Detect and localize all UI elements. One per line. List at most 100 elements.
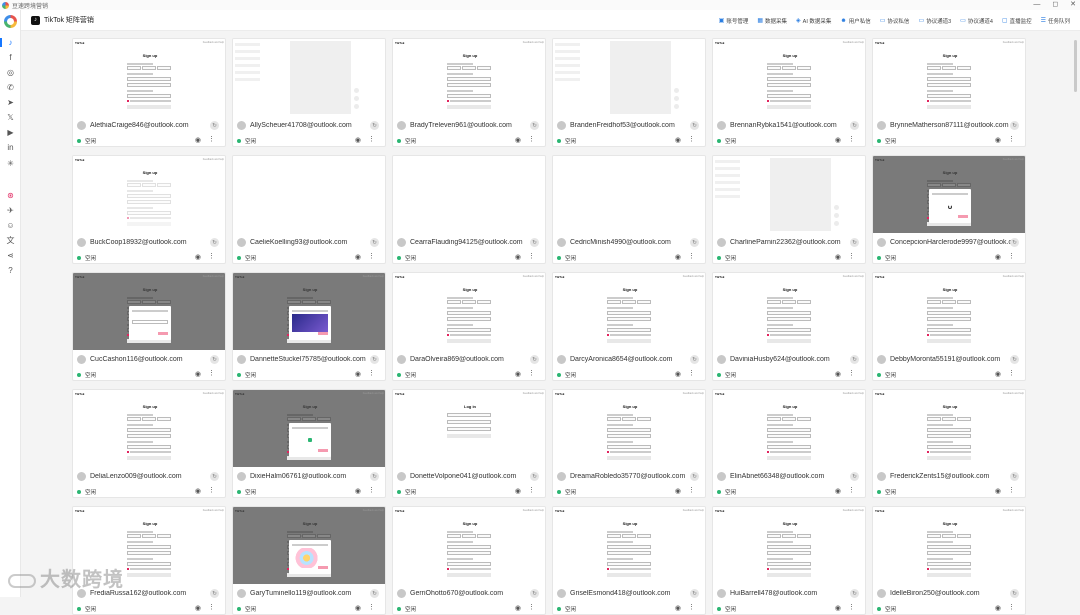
sidebar-instagram-icon[interactable]: ◎ <box>5 67 16 78</box>
eye-icon[interactable]: ◉ <box>195 253 201 261</box>
account-card[interactable]: TikTok Feedback and help Sign up BrennanRyb… <box>712 38 866 147</box>
browser-thumbnail[interactable]: TikTok Feedback and help Sign up <box>713 390 865 467</box>
account-card[interactable]: TikTok Feedback and help Sign up ElinAbnet6… <box>712 389 866 498</box>
browser-thumbnail[interactable]: TikTok Feedback and help Sign up <box>393 273 545 350</box>
browser-thumbnail[interactable]: TikTok Feedback and help Sign up <box>713 39 865 116</box>
eye-icon[interactable]: ◉ <box>195 604 201 612</box>
account-card[interactable]: TikTok Feedback and help Sign up GaryTumine… <box>232 506 386 615</box>
browser-thumbnail[interactable]: TikTok Feedback and help Sign up <box>393 507 545 584</box>
eye-icon[interactable]: ◉ <box>675 370 681 378</box>
refresh-icon[interactable]: ↻ <box>530 472 539 481</box>
more-menu-icon[interactable]: ⋮ <box>848 135 855 143</box>
more-menu-icon[interactable]: ⋮ <box>208 486 215 494</box>
sidebar-translate-icon[interactable]: 文 <box>5 235 16 246</box>
eye-icon[interactable]: ◉ <box>515 604 521 612</box>
browser-thumbnail[interactable]: TikTok Feedback and help Log in <box>393 390 545 467</box>
refresh-icon[interactable]: ↻ <box>850 355 859 364</box>
toolbar-item-5[interactable]: ▭ 协议通道3 <box>918 17 951 25</box>
browser-thumbnail[interactable]: TikTok Feedback and help Sign up <box>553 390 705 467</box>
more-menu-icon[interactable]: ⋮ <box>688 369 695 377</box>
captcha-modal[interactable] <box>289 540 331 574</box>
refresh-icon[interactable]: ↻ <box>850 472 859 481</box>
eye-icon[interactable]: ◉ <box>195 370 201 378</box>
browser-thumbnail[interactable] <box>233 39 385 116</box>
browser-thumbnail[interactable]: TikTok Feedback and help Sign up <box>873 507 1025 584</box>
browser-thumbnail[interactable] <box>393 156 545 233</box>
more-menu-icon[interactable]: ⋮ <box>528 252 535 260</box>
account-card[interactable]: TikTok Feedback and help Sign up DebbyMoron… <box>872 272 1026 381</box>
eye-icon[interactable]: ◉ <box>995 136 1001 144</box>
toolbar-item-4[interactable]: ▭ 协议私信 <box>880 17 910 25</box>
more-menu-icon[interactable]: ⋮ <box>208 369 215 377</box>
more-menu-icon[interactable]: ⋮ <box>848 252 855 260</box>
account-card[interactable]: TikTok Feedback and help Sign up CucCashon1… <box>72 272 226 381</box>
browser-thumbnail[interactable]: TikTok Feedback and help Sign up <box>873 273 1025 350</box>
scrollbar[interactable] <box>1074 40 1077 92</box>
browser-thumbnail[interactable]: TikTok Feedback and help Sign up <box>393 39 545 116</box>
browser-thumbnail[interactable]: TikTok Feedback and help Sign up <box>73 390 225 467</box>
sidebar-whatsapp-icon[interactable]: ✆ <box>5 82 16 93</box>
browser-thumbnail[interactable]: TikTok Feedback and help Sign up <box>873 156 1025 233</box>
more-menu-icon[interactable]: ⋮ <box>368 369 375 377</box>
account-card[interactable]: CharlineParnin22362@outlook.com ↻ 空闲 ◉ ⋮ <box>712 155 866 264</box>
sidebar-asterisk-icon[interactable]: ✳ <box>5 158 16 169</box>
account-card[interactable]: TikTok Feedback and help Sign up FrederickZ… <box>872 389 1026 498</box>
refresh-icon[interactable]: ↻ <box>210 472 219 481</box>
refresh-icon[interactable]: ↻ <box>530 121 539 130</box>
browser-thumbnail[interactable]: TikTok Feedback and help Sign up <box>553 507 705 584</box>
account-card[interactable]: BrandenFreidhof53@outlook.com ↻ 空闲 ◉ ⋮ <box>552 38 706 147</box>
more-menu-icon[interactable]: ⋮ <box>848 369 855 377</box>
eye-icon[interactable]: ◉ <box>675 487 681 495</box>
close-button[interactable]: ✕ <box>1070 0 1076 10</box>
account-card[interactable]: TikTok Feedback and help Sign up DaraOlveir… <box>392 272 546 381</box>
captcha-modal[interactable] <box>129 306 171 340</box>
more-menu-icon[interactable]: ⋮ <box>528 603 535 611</box>
more-menu-icon[interactable]: ⋮ <box>528 369 535 377</box>
browser-thumbnail[interactable] <box>233 156 385 233</box>
eye-icon[interactable]: ◉ <box>675 136 681 144</box>
sidebar-dribbble-icon[interactable]: ⊛ <box>5 190 16 201</box>
toolbar-item-7[interactable]: ▢ 直播监控 <box>1002 17 1032 25</box>
eye-icon[interactable]: ◉ <box>675 253 681 261</box>
sidebar-tiktok-icon[interactable]: ♪ <box>0 37 16 48</box>
more-menu-icon[interactable]: ⋮ <box>688 486 695 494</box>
more-menu-icon[interactable]: ⋮ <box>848 603 855 611</box>
refresh-icon[interactable]: ↻ <box>370 238 379 247</box>
brand-logo-icon[interactable] <box>4 15 17 28</box>
browser-thumbnail[interactable]: TikTok Feedback and help Sign up <box>233 273 385 350</box>
eye-icon[interactable]: ◉ <box>195 136 201 144</box>
browser-thumbnail[interactable] <box>553 156 705 233</box>
eye-icon[interactable]: ◉ <box>515 370 521 378</box>
eye-icon[interactable]: ◉ <box>355 253 361 261</box>
eye-icon[interactable]: ◉ <box>835 604 841 612</box>
refresh-icon[interactable]: ↻ <box>210 238 219 247</box>
more-menu-icon[interactable]: ⋮ <box>528 486 535 494</box>
eye-icon[interactable]: ◉ <box>835 370 841 378</box>
browser-thumbnail[interactable]: TikTok Feedback and help Sign up <box>553 273 705 350</box>
browser-thumbnail[interactable] <box>713 156 865 233</box>
eye-icon[interactable]: ◉ <box>355 487 361 495</box>
refresh-icon[interactable]: ↻ <box>1010 238 1019 247</box>
refresh-icon[interactable]: ↻ <box>1010 472 1019 481</box>
more-menu-icon[interactable]: ⋮ <box>848 486 855 494</box>
sidebar-x-icon[interactable]: 𝕏 <box>5 112 16 123</box>
browser-thumbnail[interactable]: TikTok Feedback and help Sign up <box>713 273 865 350</box>
refresh-icon[interactable]: ↻ <box>850 238 859 247</box>
refresh-icon[interactable]: ↻ <box>690 121 699 130</box>
sidebar-facebook-icon[interactable]: f <box>5 52 16 63</box>
refresh-icon[interactable]: ↻ <box>530 238 539 247</box>
sidebar-youtube-icon[interactable]: ▶ <box>5 127 16 138</box>
confirm-button[interactable] <box>318 332 328 335</box>
refresh-icon[interactable]: ↻ <box>370 121 379 130</box>
confirm-button[interactable] <box>318 449 328 452</box>
account-card[interactable]: TikTok Feedback and help Sign up IdelleBiro… <box>872 506 1026 615</box>
account-card[interactable]: CaelieKoelling93@outlook.com ↻ 空闲 ◉ ⋮ <box>232 155 386 264</box>
sidebar-smile-icon[interactable]: ☺ <box>5 220 16 231</box>
toolbar-item-0[interactable]: ▣ 账号管理 <box>719 17 749 25</box>
more-menu-icon[interactable]: ⋮ <box>688 252 695 260</box>
captcha-modal[interactable] <box>929 189 971 223</box>
eye-icon[interactable]: ◉ <box>515 253 521 261</box>
more-menu-icon[interactable]: ⋮ <box>368 486 375 494</box>
toolbar-item-1[interactable]: ▦ 数据采集 <box>757 17 787 25</box>
eye-icon[interactable]: ◉ <box>515 487 521 495</box>
